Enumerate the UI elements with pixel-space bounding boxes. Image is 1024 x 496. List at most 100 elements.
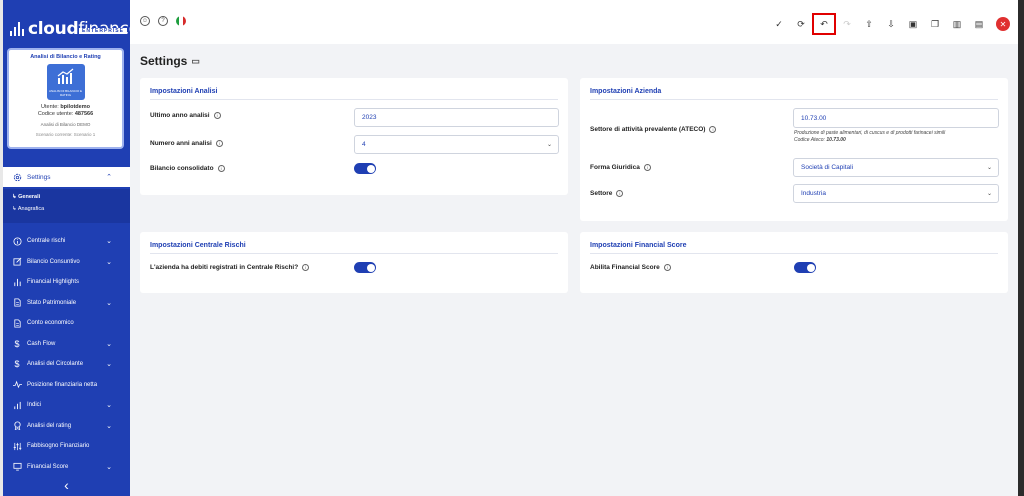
topbar-left: ☺ ?: [140, 16, 186, 26]
ultimo-anno-label: Ultimo anno analisi i: [150, 112, 221, 119]
sidebar-subitem-anagrafica[interactable]: ↳ Anagrafica: [12, 206, 130, 212]
upload-icon[interactable]: ⇧: [858, 17, 880, 31]
card-impostazioni-azienda: Impostazioni Azienda Settore di attività…: [580, 78, 1008, 221]
field-value: 4: [362, 141, 366, 148]
undo-button[interactable]: ↶: [812, 13, 836, 35]
sidebar-item-label: Fabbisogno Finanziario: [27, 443, 90, 450]
chevron-down-icon: ⌄: [106, 238, 112, 246]
close-button[interactable]: ✕: [996, 17, 1010, 31]
numero-anni-select[interactable]: 4 ⌄: [354, 135, 559, 154]
sidebar-subitem-generali[interactable]: ↳ Generali: [12, 194, 130, 200]
sidebar-item-label: Settings: [27, 173, 51, 181]
chevron-down-icon: ⌄: [106, 299, 112, 307]
ateco-field[interactable]: 10.73.00: [793, 108, 999, 128]
sidebar-item-label: Financial Score: [27, 463, 69, 470]
sidebar-item-cash-flow[interactable]: $ Cash Flow ⌄: [3, 334, 130, 355]
divider: [590, 253, 998, 254]
subitem-label: Anagrafica: [17, 206, 45, 212]
field-value: Industria: [801, 190, 826, 197]
monitor-icon: [12, 462, 22, 472]
award-icon: [12, 421, 22, 431]
sidebar-item-financial-highlights[interactable]: Financial Highlights: [3, 272, 130, 293]
field-value: Società di Capitali: [801, 164, 854, 171]
document-icon: [12, 318, 22, 328]
field-value: 10.73.00: [801, 114, 827, 122]
numero-anni-label: Numero anni analisi i: [150, 140, 223, 147]
sidebar-item-indici[interactable]: Indici ⌄: [3, 395, 130, 416]
label-text: Forma Giuridica: [590, 164, 640, 171]
sidebar-item-label: Stato Patrimoniale: [27, 299, 77, 306]
sidebar: cloudfinance ENTERPRISE Analisi di Bilan…: [3, 0, 139, 496]
abilita-score-toggle[interactable]: [794, 262, 816, 273]
label-text: Numero anni analisi: [150, 140, 212, 147]
ateco-code-label: Codice Ateco:: [794, 137, 825, 143]
sidebar-item-analisi-rating[interactable]: Analisi del rating ⌄: [3, 416, 130, 437]
settore-select[interactable]: Industria ⌄: [793, 184, 999, 203]
debiti-centrale-toggle[interactable]: [354, 262, 376, 273]
bilancio-consolidato-toggle[interactable]: [354, 163, 376, 174]
forma-giuridica-label: Forma Giuridica i: [590, 164, 651, 171]
support-icon[interactable]: ☺: [140, 16, 150, 26]
card-heading: Impostazioni Azienda: [590, 88, 662, 95]
sidebar-item-label: Centrale rischi: [27, 238, 66, 245]
ultimo-anno-field[interactable]: 2023: [354, 108, 559, 127]
sidebar-item-label: Analisi del rating: [27, 422, 72, 429]
sidebar-item-settings[interactable]: Settings ⌃: [3, 167, 130, 187]
copy-icon[interactable]: ❐: [924, 17, 946, 31]
bilancio-consolidato-label: Bilancio consolidato i: [150, 165, 225, 172]
sidebar-item-bilancio-consuntivo[interactable]: Bilancio Consuntivo ⌄: [3, 252, 130, 273]
bar-chart-icon: [12, 277, 22, 287]
logo-bars-icon: [10, 22, 24, 36]
ateco-description: Produzione di paste alimentari, di cuscu…: [794, 130, 946, 136]
check-icon[interactable]: ✓: [768, 17, 790, 31]
chevron-down-icon: ⌄: [546, 142, 552, 148]
download-icon[interactable]: ⇩: [880, 17, 902, 31]
sidebar-item-posizione-finanziaria[interactable]: Posizione finanziaria netta: [3, 375, 130, 396]
forma-giuridica-select[interactable]: Società di Capitali ⌄: [793, 158, 999, 177]
collapse-sidebar-button[interactable]: ‹: [3, 474, 130, 496]
info-icon[interactable]: i: [213, 112, 221, 119]
card-impostazioni-centrale-rischi: Impostazioni Centrale Rischi L'azienda h…: [140, 232, 568, 293]
ateco-code-value: 10.73.00: [826, 137, 846, 143]
divider: [150, 99, 558, 100]
label-text: Settore: [590, 190, 613, 197]
sidebar-item-analisi-circolante[interactable]: $ Analisi del Circolante ⌄: [3, 354, 130, 375]
card-heading: Impostazioni Financial Score: [590, 242, 687, 249]
info-icon[interactable]: i: [302, 264, 310, 271]
profile-card: Analisi di Bilancio e Rating ANALISI DI …: [7, 48, 124, 149]
sidebar-item-conto-economico[interactable]: Conto economico: [3, 313, 130, 334]
sidebar-item-label: Financial Highlights: [27, 279, 80, 286]
app-logo[interactable]: cloudfinance: [3, 0, 139, 44]
label-text: Settore di attività prevalente (ATECO): [590, 126, 706, 133]
info-icon[interactable]: i: [663, 264, 671, 271]
book-icon[interactable]: ▥: [946, 17, 968, 31]
book-icon[interactable]: ▭: [191, 56, 200, 67]
chevron-down-icon: ⌄: [106, 258, 112, 266]
sidebar-item-stato-patrimoniale[interactable]: Stato Patrimoniale ⌄: [3, 293, 130, 314]
help-icon[interactable]: ?: [158, 16, 168, 26]
info-icon[interactable]: i: [643, 164, 651, 171]
chevron-left-icon: ‹: [64, 477, 69, 493]
save-icon[interactable]: ▣: [902, 17, 924, 31]
sidebar-item-label: Cash Flow: [27, 340, 56, 347]
divider: [150, 253, 558, 254]
info-icon[interactable]: i: [709, 126, 717, 133]
sidebar-item-label: Indici: [27, 402, 42, 409]
italian-flag-icon[interactable]: [176, 16, 186, 26]
sidebar-item-fabbisogno-finanziario[interactable]: Fabbisogno Finanziario: [3, 436, 130, 457]
page-title: Settings ▭: [140, 54, 200, 68]
chevron-down-icon: ⌄: [106, 402, 112, 410]
redo-icon[interactable]: ↷: [836, 17, 858, 31]
window-edge-right: [1018, 0, 1024, 496]
sidebar-item-centrale-rischi[interactable]: Centrale rischi ⌄: [3, 231, 130, 252]
user-label: Utente:: [41, 104, 59, 110]
gear-icon: [12, 172, 22, 182]
page-title-text: Settings: [140, 54, 188, 68]
info-icon[interactable]: i: [217, 165, 225, 172]
chevron-down-icon: ⌄: [986, 191, 992, 197]
info-icon[interactable]: i: [215, 140, 223, 147]
layout-icon[interactable]: ▤: [968, 17, 990, 31]
info-icon[interactable]: i: [616, 190, 624, 197]
chevron-down-icon: ⌄: [106, 463, 112, 471]
refresh-icon[interactable]: ⟳: [790, 17, 812, 31]
